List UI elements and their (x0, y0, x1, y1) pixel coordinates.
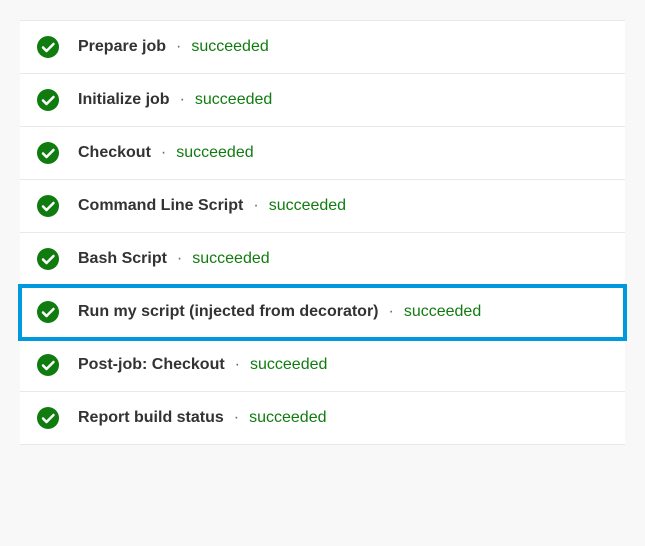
step-name: Post-job: Checkout (78, 356, 225, 374)
step-row[interactable]: Checkout · succeeded (20, 127, 625, 180)
step-row[interactable]: Prepare job · succeeded (20, 20, 625, 74)
separator-dot: · (253, 197, 258, 215)
separator-dot: · (235, 356, 240, 374)
success-check-icon (36, 88, 60, 112)
separator-dot: · (234, 409, 239, 427)
step-name: Report build status (78, 409, 224, 427)
step-name: Initialize job (78, 91, 170, 109)
step-name: Command Line Script (78, 197, 243, 215)
step-row[interactable]: Initialize job · succeeded (20, 74, 625, 127)
step-status: succeeded (192, 250, 269, 268)
step-status: succeeded (269, 197, 346, 215)
step-status: succeeded (195, 91, 272, 109)
separator-dot: · (177, 250, 182, 268)
success-check-icon (36, 406, 60, 430)
step-name: Prepare job (78, 38, 166, 56)
success-check-icon (36, 353, 60, 377)
success-check-icon (36, 247, 60, 271)
step-status: succeeded (250, 356, 327, 374)
step-row-highlighted[interactable]: Run my script (injected from decorator) … (20, 286, 625, 339)
step-status: succeeded (176, 144, 253, 162)
success-check-icon (36, 141, 60, 165)
separator-dot: · (389, 303, 394, 321)
separator-dot: · (161, 144, 166, 162)
step-row[interactable]: Command Line Script · succeeded (20, 180, 625, 233)
step-status: succeeded (249, 409, 326, 427)
separator-dot: · (176, 38, 181, 56)
step-name: Bash Script (78, 250, 167, 268)
success-check-icon (36, 194, 60, 218)
success-check-icon (36, 35, 60, 59)
pipeline-steps-list: Prepare job · succeeded Initialize job ·… (20, 20, 625, 445)
step-row[interactable]: Bash Script · succeeded (20, 233, 625, 286)
separator-dot: · (180, 91, 185, 109)
step-name: Run my script (injected from decorator) (78, 303, 379, 321)
step-name: Checkout (78, 144, 151, 162)
success-check-icon (36, 300, 60, 324)
step-row[interactable]: Report build status · succeeded (20, 392, 625, 445)
step-status: succeeded (191, 38, 268, 56)
step-row[interactable]: Post-job: Checkout · succeeded (20, 339, 625, 392)
step-status: succeeded (404, 303, 481, 321)
